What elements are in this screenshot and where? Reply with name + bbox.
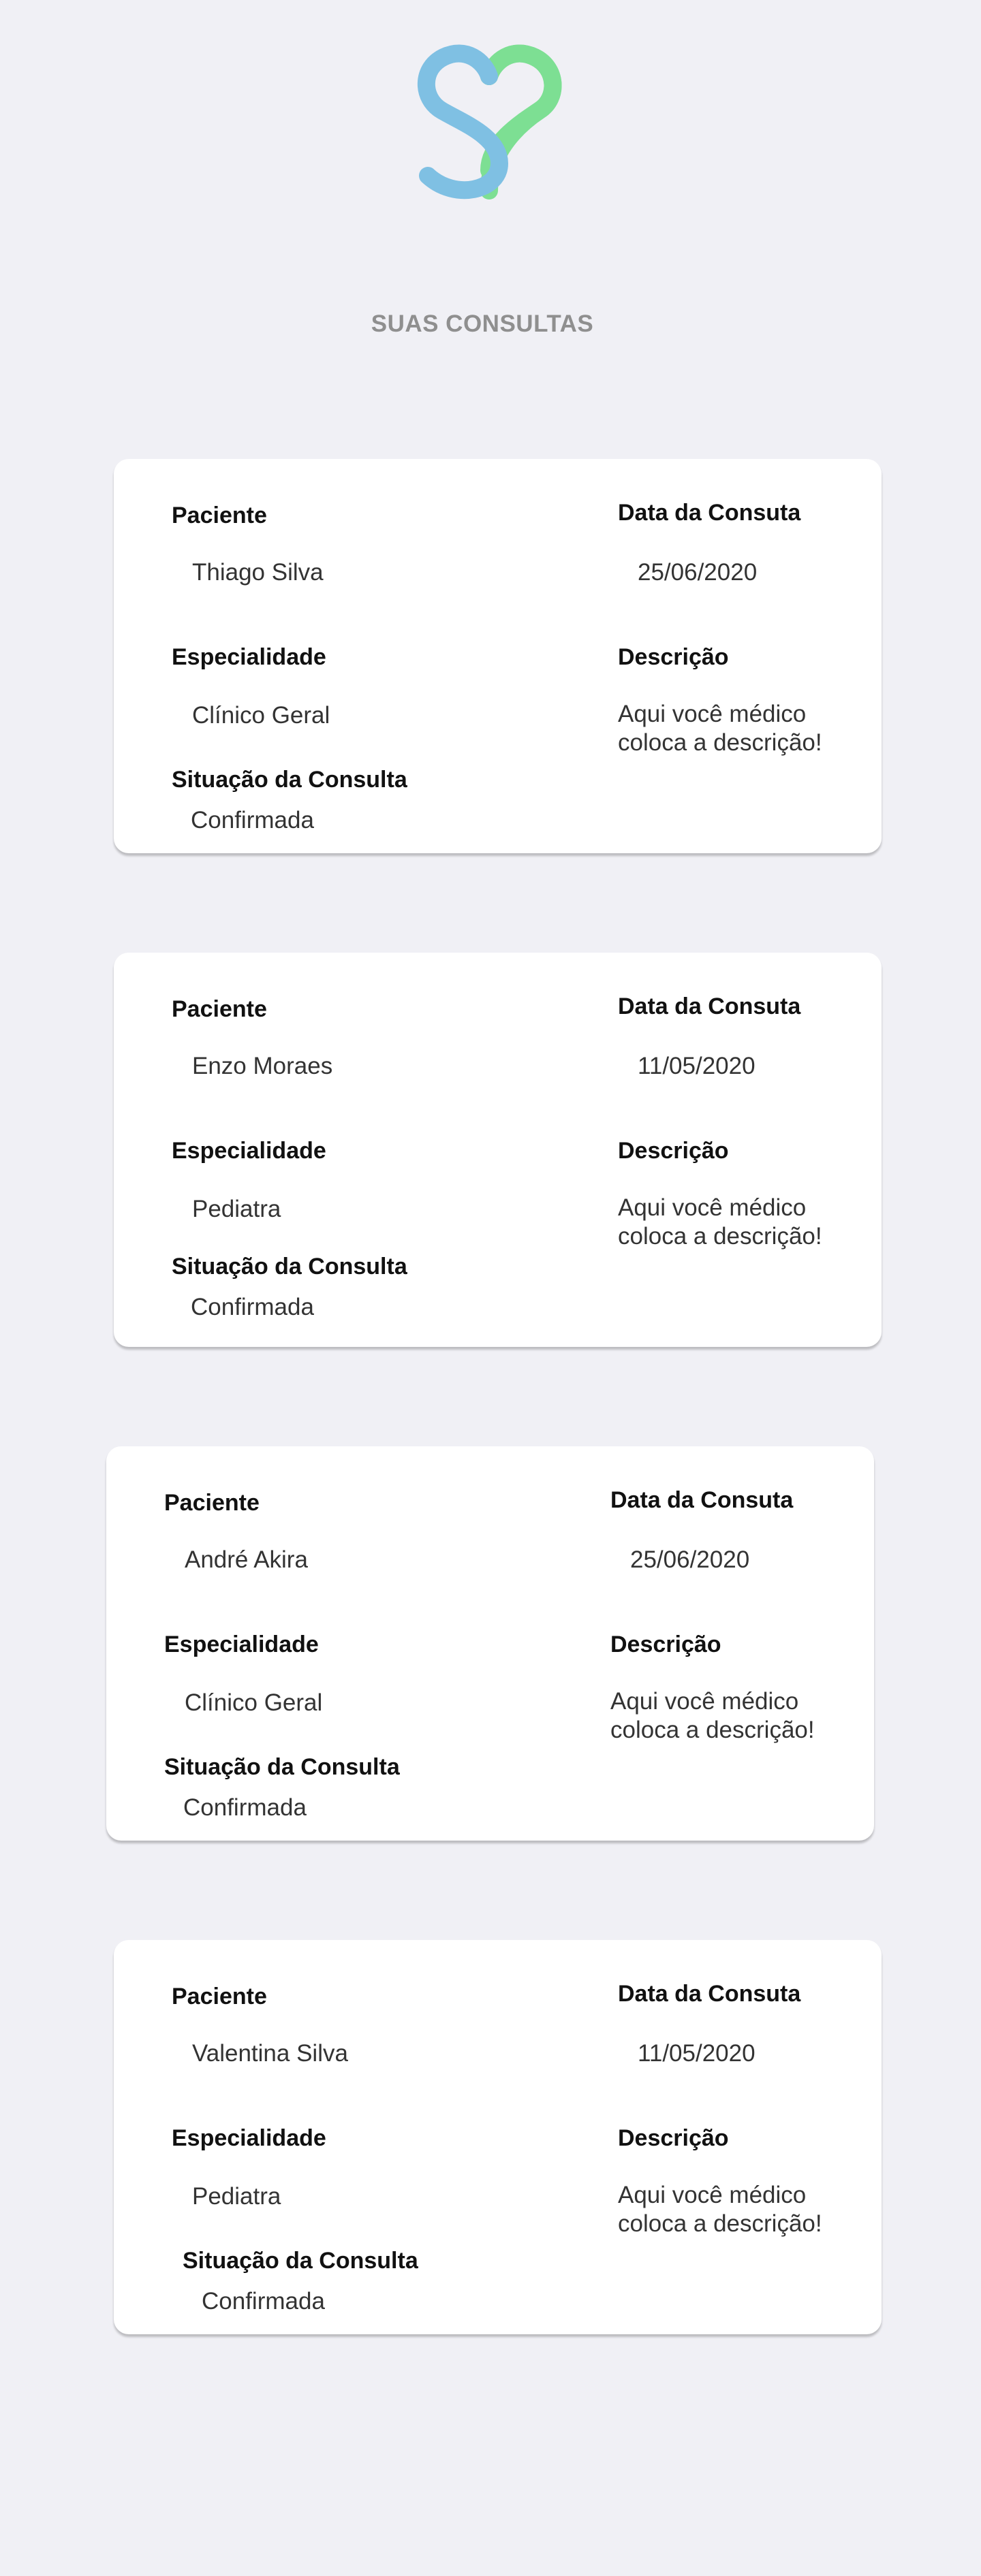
status-value: Confirmada [191,807,314,833]
description-label: Descrição [618,2125,729,2151]
date-label: Data da Consuta [610,1487,794,1513]
appointment-date: 11/05/2020 [638,2040,756,2067]
patient-label: Paciente [172,1984,267,2009]
patient-name: Thiago Silva [192,559,324,586]
appointment-card: Paciente André Akira Data da Consuta 25/… [106,1446,874,1841]
specialty-value: Clínico Geral [185,1689,323,1716]
patient-name: Enzo Moraes [192,1053,333,1079]
status-value: Confirmada [191,1294,314,1320]
status-label: Situação da Consulta [164,1754,400,1780]
patient-label: Paciente [172,996,267,1022]
description-label: Descrição [618,1138,729,1164]
specialty-value: Clínico Geral [192,702,330,729]
appointment-date: 25/06/2020 [638,559,758,586]
patient-label: Paciente [164,1490,260,1516]
description-text: Aqui você médico coloca a descrição! [618,1194,822,1250]
date-label: Data da Consuta [618,1981,801,2007]
status-label: Situação da Consulta [183,2248,418,2274]
specialty-label: Especialidade [172,1138,326,1164]
appointment-card: Paciente Thiago Silva Data da Consuta 25… [114,459,882,853]
description-label: Descrição [618,644,729,670]
appointment-card: Paciente Valentina Silva Data da Consuta… [114,1940,882,2334]
description-label: Descrição [610,1632,721,1657]
status-label: Situação da Consulta [172,1254,407,1279]
description-text: Aqui você médico coloca a descrição! [618,2182,822,2237]
specialty-label: Especialidade [172,2125,326,2151]
specialty-label: Especialidade [172,644,326,670]
specialty-label: Especialidade [164,1632,319,1657]
specialty-value: Pediatra [192,2183,281,2210]
appointment-date: 11/05/2020 [638,1053,756,1079]
appointment-date: 25/06/2020 [630,1546,750,1573]
status-value: Confirmada [202,2288,325,2315]
status-value: Confirmada [183,1794,307,1821]
patient-name: Valentina Silva [192,2040,348,2067]
page-title: SUAS CONSULTAS [371,311,594,337]
patient-label: Paciente [172,503,267,528]
date-label: Data da Consuta [618,993,801,1019]
description-text: Aqui você médico coloca a descrição! [610,1688,815,1743]
appointment-card: Paciente Enzo Moraes Data da Consuta 11/… [114,953,882,1347]
date-label: Data da Consuta [618,500,801,526]
description-text: Aqui você médico coloca a descrição! [618,701,822,756]
patient-name: André Akira [185,1546,308,1573]
status-label: Situação da Consulta [172,767,407,793]
specialty-value: Pediatra [192,1196,281,1222]
heart-logo-icon [417,44,562,200]
